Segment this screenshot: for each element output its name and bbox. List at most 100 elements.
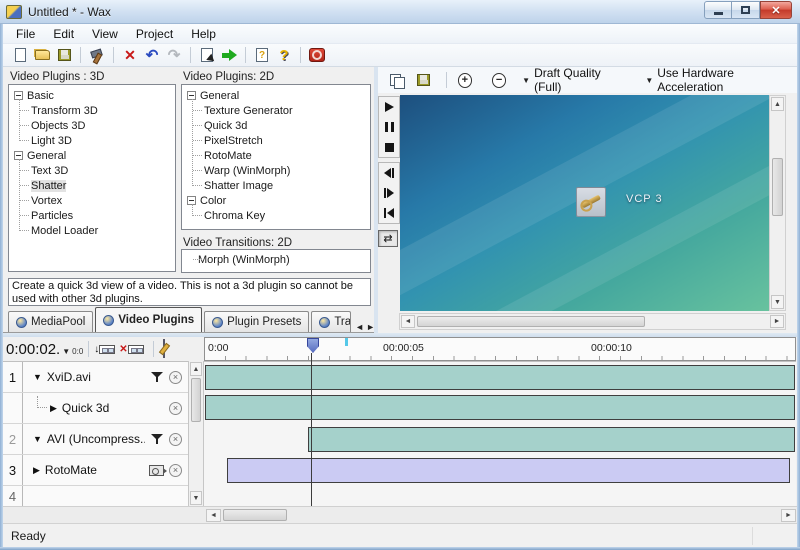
menu-project[interactable]: Project (127, 25, 182, 43)
tree-node-general-2d[interactable]: General (182, 88, 370, 103)
tree-item-pixelstretch[interactable]: PixelStretch (182, 133, 370, 148)
undo-button[interactable]: ↶ (142, 46, 162, 64)
open-button[interactable] (32, 46, 52, 64)
tree-item-light-3d[interactable]: Light 3D (9, 133, 175, 148)
scrollbar-thumb[interactable] (191, 378, 201, 422)
tab-mediapool[interactable]: MediaPool (8, 311, 93, 332)
track-row-3[interactable]: 3 ▶ RotoMate (3, 455, 188, 486)
scroll-right-icon[interactable]: ► (770, 315, 784, 328)
zoom-in-button[interactable]: + (458, 73, 473, 88)
remove-track-icon[interactable] (169, 433, 182, 446)
loop-button[interactable]: ⇄ (378, 230, 398, 247)
track-row-4[interactable]: 4 (3, 486, 188, 507)
filter-icon[interactable] (151, 433, 164, 445)
stop-button[interactable] (379, 137, 399, 157)
preview-vertical-scrollbar[interactable]: ▲ ▼ (769, 95, 786, 311)
tree-item-shatter-image[interactable]: Shatter Image (182, 178, 370, 193)
frame-back-button[interactable] (379, 163, 399, 183)
remove-track-icon[interactable] (169, 464, 182, 477)
caret-down-icon[interactable]: ▼ (62, 347, 70, 356)
menu-edit[interactable]: Edit (44, 25, 83, 43)
tree-item-chroma-key[interactable]: Chroma Key (182, 208, 370, 223)
redo-button[interactable]: ↷ (164, 46, 184, 64)
track-row-quick3d[interactable]: ▶ Quick 3d (3, 393, 188, 424)
zoom-out-button[interactable]: − (492, 73, 507, 88)
track-expander-icon[interactable]: ▼ (33, 434, 42, 444)
track-row-1[interactable]: 1 ▼ XviD.avi (3, 362, 188, 393)
edit-clip-button[interactable] (163, 340, 165, 358)
track-expander-icon[interactable]: ▼ (33, 372, 42, 382)
filter-icon[interactable] (151, 371, 164, 383)
help-topics-button[interactable]: ? (252, 46, 272, 64)
tree-item-rotomate[interactable]: RotoMate (182, 148, 370, 163)
hardware-acceleration-dropdown[interactable]: ▼Use Hardware Acceleration (645, 66, 797, 94)
scroll-right-icon[interactable]: ► (781, 509, 796, 522)
menu-file[interactable]: File (7, 25, 44, 43)
track-expander-icon[interactable]: ▶ (50, 403, 57, 414)
tab-plugin-presets[interactable]: Plugin Presets (204, 311, 309, 332)
preview-horizontal-scrollbar[interactable]: ◄ ► (399, 313, 786, 330)
help-button[interactable]: ? (274, 46, 294, 64)
preview-canvas[interactable]: VCP 3 (400, 95, 769, 311)
tree-item-text-3d[interactable]: Text 3D (9, 163, 175, 178)
playhead-line[interactable] (311, 353, 312, 506)
save-frame-button[interactable] (414, 71, 433, 89)
scrollbar-thumb[interactable] (772, 158, 783, 216)
scroll-down-icon[interactable]: ▼ (771, 295, 784, 309)
menu-view[interactable]: View (83, 25, 127, 43)
delete-button[interactable]: ✕ (120, 46, 140, 64)
timecode-display[interactable]: 0:00:02. ▼ 0:0 (6, 341, 83, 358)
scroll-up-icon[interactable]: ▲ (771, 97, 784, 111)
copy-frame-button[interactable] (387, 71, 406, 89)
scroll-left-icon[interactable]: ◄ (401, 315, 415, 328)
add-track-button[interactable]: ↓ (94, 344, 115, 355)
save-button[interactable] (54, 46, 74, 64)
tree-item-objects-3d[interactable]: Objects 3D (9, 118, 175, 133)
tree-node-general[interactable]: General (9, 148, 175, 163)
track-row-2[interactable]: 2 ▼ AVI (Uncompress... (3, 424, 188, 455)
tree-node-basic[interactable]: Basic (9, 88, 175, 103)
scrollbar-thumb[interactable] (417, 316, 645, 327)
playhead-marker[interactable] (307, 338, 319, 353)
go-start-button[interactable] (379, 203, 399, 223)
tree-item-quick-3d[interactable]: Quick 3d (182, 118, 370, 133)
tree-item-transform-3d[interactable]: Transform 3D (9, 103, 175, 118)
maximize-button[interactable] (732, 1, 760, 19)
title-bar[interactable]: Untitled * - Wax ✕ (0, 0, 800, 24)
tree-item-model-loader[interactable]: Model Loader (9, 223, 175, 238)
delete-track-button[interactable]: ✕ (119, 344, 143, 355)
clip-quick3d[interactable] (205, 395, 795, 420)
build-button[interactable] (87, 46, 107, 64)
quality-dropdown[interactable]: ▼Draft Quality (Full) (522, 66, 627, 94)
frame-forward-button[interactable] (379, 183, 399, 203)
tree-item-vortex[interactable]: Vortex (9, 193, 175, 208)
camera-icon[interactable] (149, 465, 164, 476)
tree-item-morph-winmorph[interactable]: Morph (WinMorph) (182, 252, 370, 267)
tree-item-texture-generator[interactable]: Texture Generator (182, 103, 370, 118)
timeline-clips-area[interactable] (204, 361, 796, 506)
tab-scroll-left-icon[interactable]: ◄ (355, 322, 364, 332)
tree-item-particles[interactable]: Particles (9, 208, 175, 223)
tab-transitions[interactable]: Transitic (311, 311, 351, 332)
remove-track-icon[interactable] (169, 371, 182, 384)
clip-xvid[interactable] (205, 365, 795, 390)
render-button[interactable] (219, 46, 239, 64)
tab-video-plugins[interactable]: Video Plugins (95, 307, 202, 332)
scroll-down-icon[interactable]: ▼ (190, 491, 202, 505)
tree-node-color[interactable]: Color (182, 193, 370, 208)
scroll-left-icon[interactable]: ◄ (206, 509, 221, 522)
track-expander-icon[interactable]: ▶ (33, 465, 40, 476)
pause-button[interactable] (379, 117, 399, 137)
tree-item-shatter[interactable]: Shatter (9, 178, 175, 193)
close-button[interactable]: ✕ (760, 1, 792, 19)
menu-help[interactable]: Help (182, 25, 225, 43)
scrollbar-thumb[interactable] (223, 509, 287, 521)
new-document-button[interactable] (10, 46, 30, 64)
clip-avi-uncompressed[interactable] (308, 427, 795, 452)
timeline-ruler[interactable]: 0:00 00:00:05 00:00:10 (204, 337, 796, 361)
preview-button[interactable] (197, 46, 217, 64)
timeline-vertical-scrollbar[interactable]: ▲ ▼ (188, 361, 204, 506)
minimize-button[interactable] (704, 1, 732, 19)
remove-effect-icon[interactable] (169, 402, 182, 415)
website-button[interactable] (307, 46, 327, 64)
